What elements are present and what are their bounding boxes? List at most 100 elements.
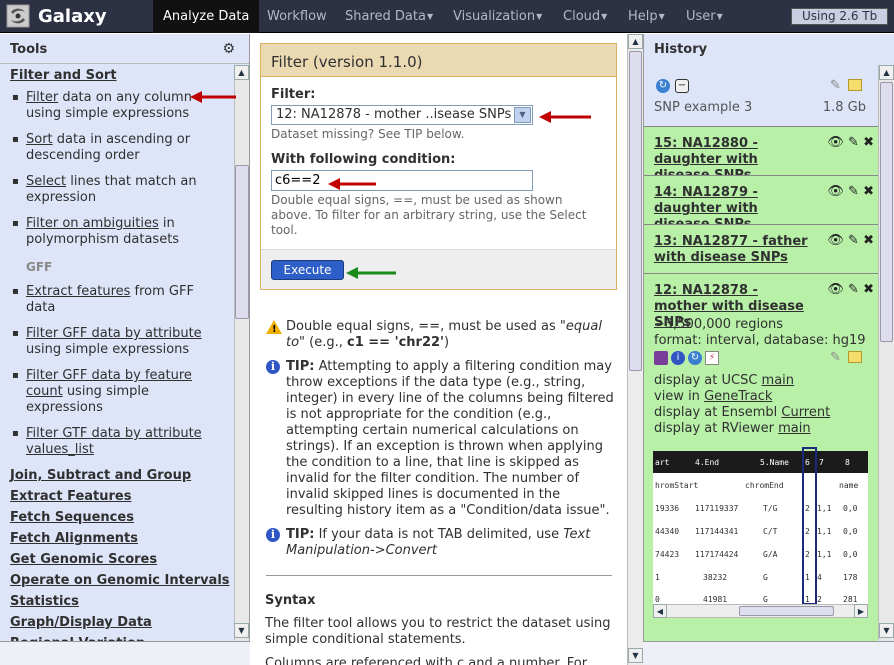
history-scrollbar[interactable]: ▲ ▼ (878, 65, 894, 640)
delete-icon[interactable]: ✖ (863, 233, 874, 248)
condition-input[interactable] (271, 170, 533, 191)
dataset-select[interactable]: 12: NA12878 - mother ..isease SNPs ▼ (271, 105, 533, 125)
tools-footer (0, 641, 250, 665)
delete-icon[interactable]: ✖ (863, 135, 874, 150)
annotation-icon[interactable] (848, 351, 862, 363)
history-size: 1.8 Gb (822, 100, 866, 115)
tab-user[interactable]: User▼ (676, 0, 733, 33)
pencil-icon[interactable]: ✎ (848, 184, 859, 199)
scroll-thumb[interactable] (235, 165, 249, 319)
filter-help: Dataset missing? See TIP below. (271, 127, 465, 141)
section-get-genomic-scores[interactable]: Get Genomic Scores (0, 552, 157, 567)
peek-cell: 117144341 (695, 527, 739, 536)
center-panel: Filter (version 1.1.0) Filter: 12: NA128… (251, 34, 627, 665)
peek-subheader: hromStart (655, 481, 699, 490)
peek-hscrollbar[interactable]: ◀ ▶ (653, 604, 868, 618)
tab-cloud[interactable]: Cloud▼ (553, 0, 617, 33)
execute-button[interactable]: Execute (271, 260, 344, 280)
tool-filter-gff-feature-count[interactable]: Filter GFF data by feature count using s… (12, 368, 226, 416)
scroll-thumb[interactable] (880, 82, 893, 342)
dataset-15[interactable]: 15: NA12880 - daughter with disease SNPs… (644, 126, 878, 183)
caret-down-icon: ▼ (658, 12, 665, 21)
pencil-icon[interactable]: ✎ (848, 282, 859, 297)
scroll-down-icon[interactable]: ▼ (628, 648, 643, 663)
section-fetch-sequences[interactable]: Fetch Sequences (0, 510, 134, 525)
peek-cell: 19336 (655, 504, 680, 513)
scroll-thumb[interactable] (739, 606, 834, 616)
tab-help[interactable]: Help▼ (618, 0, 675, 33)
section-fetch-alignments[interactable]: Fetch Alignments (0, 531, 138, 546)
tool-filter-ambiguities[interactable]: Filter on ambiguities in polymorphism da… (12, 216, 226, 248)
peek-cell: 1 (655, 573, 660, 582)
tag-icon[interactable]: ✎ (830, 78, 841, 93)
section-statistics[interactable]: Statistics (0, 594, 79, 609)
info-icon[interactable]: i (671, 351, 685, 365)
annotation-icon[interactable] (848, 79, 862, 91)
scroll-thumb[interactable] (629, 51, 642, 371)
scroll-down-icon[interactable]: ▼ (234, 623, 249, 638)
tab-shared-data[interactable]: Shared Data▼ (335, 0, 443, 33)
tip-note-delimited: i TIP: If your data is not TAB delimited… (266, 527, 616, 559)
section-extract-features[interactable]: Extract Features (0, 489, 132, 504)
history-name[interactable]: SNP example 3 (654, 100, 752, 115)
collapse-icon[interactable]: − (675, 79, 689, 93)
peek-cell: 0,0 (843, 550, 858, 559)
peek-cell: 117174424 (695, 550, 739, 559)
pencil-icon[interactable]: ✎ (848, 233, 859, 248)
history-summary: ↻ − ✎ SNP example 3 1.8 Gb (644, 64, 878, 126)
tab-analyze-data[interactable]: Analyze Data (153, 0, 260, 33)
scroll-up-icon[interactable]: ▲ (628, 34, 643, 49)
tools-scrollbar[interactable]: ▲ ▼ (234, 65, 249, 640)
genetrack-link[interactable]: GeneTrack (704, 389, 772, 404)
eye-icon[interactable]: 👁 (827, 135, 844, 150)
peek-cell: 1,1 (817, 527, 832, 536)
center-scrollbar[interactable]: ▲ ▼ (627, 34, 643, 665)
ucsc-main-link[interactable]: main (762, 373, 794, 388)
peek-cell: 178 (843, 573, 858, 582)
tab-visualization[interactable]: Visualization▼ (443, 0, 552, 33)
delete-icon[interactable]: ✖ (863, 282, 874, 297)
ensembl-current-link[interactable]: Current (781, 405, 830, 420)
pencil-icon[interactable]: ✎ (848, 135, 859, 150)
scroll-down-icon[interactable]: ▼ (879, 623, 894, 638)
chevron-down-icon[interactable]: ▼ (514, 107, 531, 123)
tool-select[interactable]: Select lines that match an expression (12, 174, 226, 206)
refresh-icon[interactable]: ↻ (656, 79, 670, 93)
gear-icon[interactable]: ⚙ (222, 41, 235, 57)
dataset-13[interactable]: 13: NA12877 - father with disease SNPs 👁… (644, 224, 878, 273)
dataset-peek: art 4.End 5.Name 6 7 8 hromStart chromEn… (653, 451, 868, 606)
delete-icon[interactable]: ✖ (863, 184, 874, 199)
rviewer-main-link[interactable]: main (778, 421, 810, 436)
eye-icon[interactable]: 👁 (827, 282, 844, 297)
section-filter-sort[interactable]: Filter and Sort (0, 68, 117, 83)
tools-title: Tools (10, 42, 48, 57)
scroll-right-icon[interactable]: ▶ (854, 604, 868, 618)
tool-sort[interactable]: Sort data in ascending or descending ord… (12, 132, 226, 164)
peek-cell: 1,1 (817, 504, 832, 513)
visualize-icon[interactable]: ⚡ (705, 351, 719, 365)
eye-icon[interactable]: 👁 (827, 184, 844, 199)
info-icon: i (266, 360, 280, 374)
scroll-up-icon[interactable]: ▲ (234, 65, 249, 80)
tool-extract-features[interactable]: Extract features from GFF data (12, 284, 226, 316)
section-operate-genomic-intervals[interactable]: Operate on Genomic Intervals (0, 573, 230, 588)
section-join-subtract-group[interactable]: Join, Subtract and Group (0, 468, 191, 483)
tag-icon[interactable]: ✎ (830, 350, 841, 365)
dataset-14[interactable]: 14: NA12879 - daughter with disease SNPs… (644, 175, 878, 232)
scroll-left-icon[interactable]: ◀ (653, 604, 667, 618)
display-ensembl: display at Ensembl Current (654, 405, 831, 420)
rerun-icon[interactable]: ↻ (688, 351, 702, 365)
tab-workflow[interactable]: Workflow (257, 0, 337, 33)
section-graph-display[interactable]: Graph/Display Data (0, 615, 152, 630)
peek-cell: G/A (763, 550, 778, 559)
tool-filter-gff-attribute[interactable]: Filter GFF data by attribute using simpl… (12, 326, 226, 358)
condition-label: With following condition: (271, 152, 456, 167)
eye-icon[interactable]: 👁 (827, 233, 844, 248)
scroll-up-icon[interactable]: ▲ (879, 65, 894, 80)
save-icon[interactable] (654, 351, 668, 365)
history-panel: History ↻ − ✎ SNP example 3 1.8 Gb 15: N… (643, 34, 894, 665)
brand[interactable]: Galaxy (6, 4, 107, 28)
dataset-title[interactable]: 13: NA12877 - father with disease SNPs (654, 234, 814, 266)
tool-filter-gtf-attribute[interactable]: Filter GTF data by attribute values_list (12, 426, 226, 458)
tool-form: Filter (version 1.1.0) Filter: 12: NA128… (260, 43, 617, 290)
